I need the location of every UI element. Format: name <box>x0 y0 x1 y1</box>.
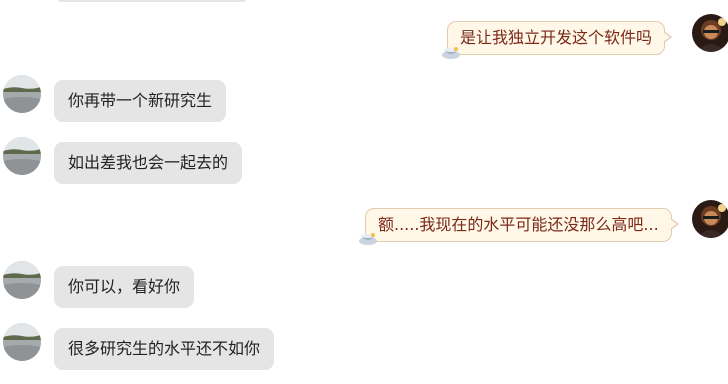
message-bubble-outgoing[interactable]: 是让我独立开发这个软件吗 <box>447 21 673 55</box>
contact-avatar-photo <box>3 75 41 113</box>
self-avatar-photo <box>692 200 728 238</box>
cup-icon <box>440 43 462 61</box>
message-bubble-outgoing[interactable]: 额.....我现在的水平可能还没那么高吧... <box>365 208 679 242</box>
contact-avatar-photo <box>3 323 41 361</box>
message-bubble-incoming[interactable]: 很多研究生的水平还不如你 <box>54 328 275 370</box>
message-text: 是让我独立开发这个软件吗 <box>460 28 653 47</box>
self-avatar[interactable] <box>692 200 728 238</box>
self-avatar-photo <box>692 14 728 52</box>
contact-avatar-photo <box>3 137 41 175</box>
message-text: 如出差我也会一起去的 <box>68 153 229 172</box>
message-bubble-incoming[interactable]: 你再带一个新研究生 <box>54 80 227 122</box>
cup-icon <box>357 229 379 247</box>
contact-avatar[interactable] <box>3 323 41 361</box>
message-text: 很多研究生的水平还不如你 <box>68 339 261 358</box>
contact-avatar-photo <box>3 261 41 299</box>
message-bubble-incoming[interactable]: 你可以，看好你 <box>54 266 195 308</box>
contact-avatar[interactable] <box>3 261 41 299</box>
message-bubble-incoming[interactable]: 如出差我也会一起去的 <box>54 142 243 184</box>
message-text: 你再带一个新研究生 <box>68 91 213 110</box>
contact-avatar[interactable] <box>3 137 41 175</box>
contact-avatar[interactable] <box>3 75 41 113</box>
previous-message-bubble <box>54 0 250 2</box>
message-text: 额.....我现在的水平可能还没那么高吧... <box>378 215 659 234</box>
message-text: 你可以，看好你 <box>68 277 181 296</box>
chat-message-list[interactable]: 是让我独立开发这个软件吗 你再带一个新研究生 如出差我也会一起去的 额.....… <box>0 0 728 384</box>
self-avatar[interactable] <box>692 14 728 52</box>
